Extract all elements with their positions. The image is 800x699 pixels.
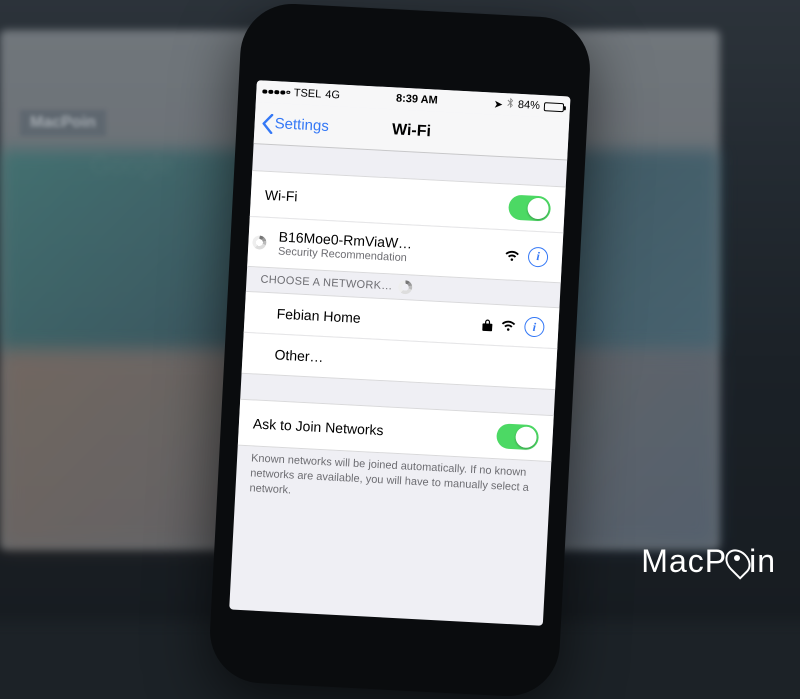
back-button[interactable]: Settings xyxy=(260,113,329,137)
status-left: TSEL 4G xyxy=(262,85,340,101)
network-name: Febian Home xyxy=(258,305,361,326)
wifi-signal-icon xyxy=(500,319,517,332)
battery-percent: 84% xyxy=(518,99,541,112)
wifi-signal-icon xyxy=(504,249,521,262)
signal-strength-icon xyxy=(262,89,290,95)
carrier-label: TSEL xyxy=(293,87,321,100)
iphone-screen: TSEL 4G 8:39 AM ➤ 84% Settings Wi-Fi xyxy=(229,80,570,626)
location-icon: ➤ xyxy=(493,97,503,110)
other-network-label: Other… xyxy=(256,346,324,365)
back-label: Settings xyxy=(274,115,329,135)
available-networks-group: Febian Home i Other… xyxy=(242,291,560,389)
scanning-spinner-icon xyxy=(398,280,413,295)
nav-title: Wi-Fi xyxy=(392,121,432,141)
info-icon[interactable]: i xyxy=(524,316,545,337)
connecting-spinner-icon xyxy=(252,235,267,250)
ask-to-join-toggle[interactable] xyxy=(496,423,539,450)
ask-to-join-label: Ask to Join Networks xyxy=(253,415,384,438)
bluetooth-icon xyxy=(507,97,515,111)
iphone-frame: TSEL 4G 8:39 AM ➤ 84% Settings Wi-Fi xyxy=(207,1,592,698)
status-right: ➤ 84% xyxy=(493,97,564,115)
watermark-text-pre: MacP xyxy=(641,543,727,580)
wifi-toggle-group: Wi-Fi B16Moe0-RmViaW… Security Recommend… xyxy=(247,170,566,282)
watermark-pin-icon xyxy=(727,548,749,576)
choose-network-header-label: Choose a Network… xyxy=(260,274,393,293)
background-brand: MacPoin xyxy=(20,110,106,136)
battery-icon xyxy=(544,102,564,112)
wifi-toggle-label: Wi-Fi xyxy=(265,186,298,204)
watermark: MacP in xyxy=(641,543,776,580)
network-type-label: 4G xyxy=(325,89,340,102)
watermark-text-post: in xyxy=(749,543,776,580)
info-icon[interactable]: i xyxy=(528,246,549,267)
lock-icon xyxy=(482,318,493,332)
wifi-toggle-switch[interactable] xyxy=(508,195,551,222)
status-time: 8:39 AM xyxy=(396,92,438,106)
